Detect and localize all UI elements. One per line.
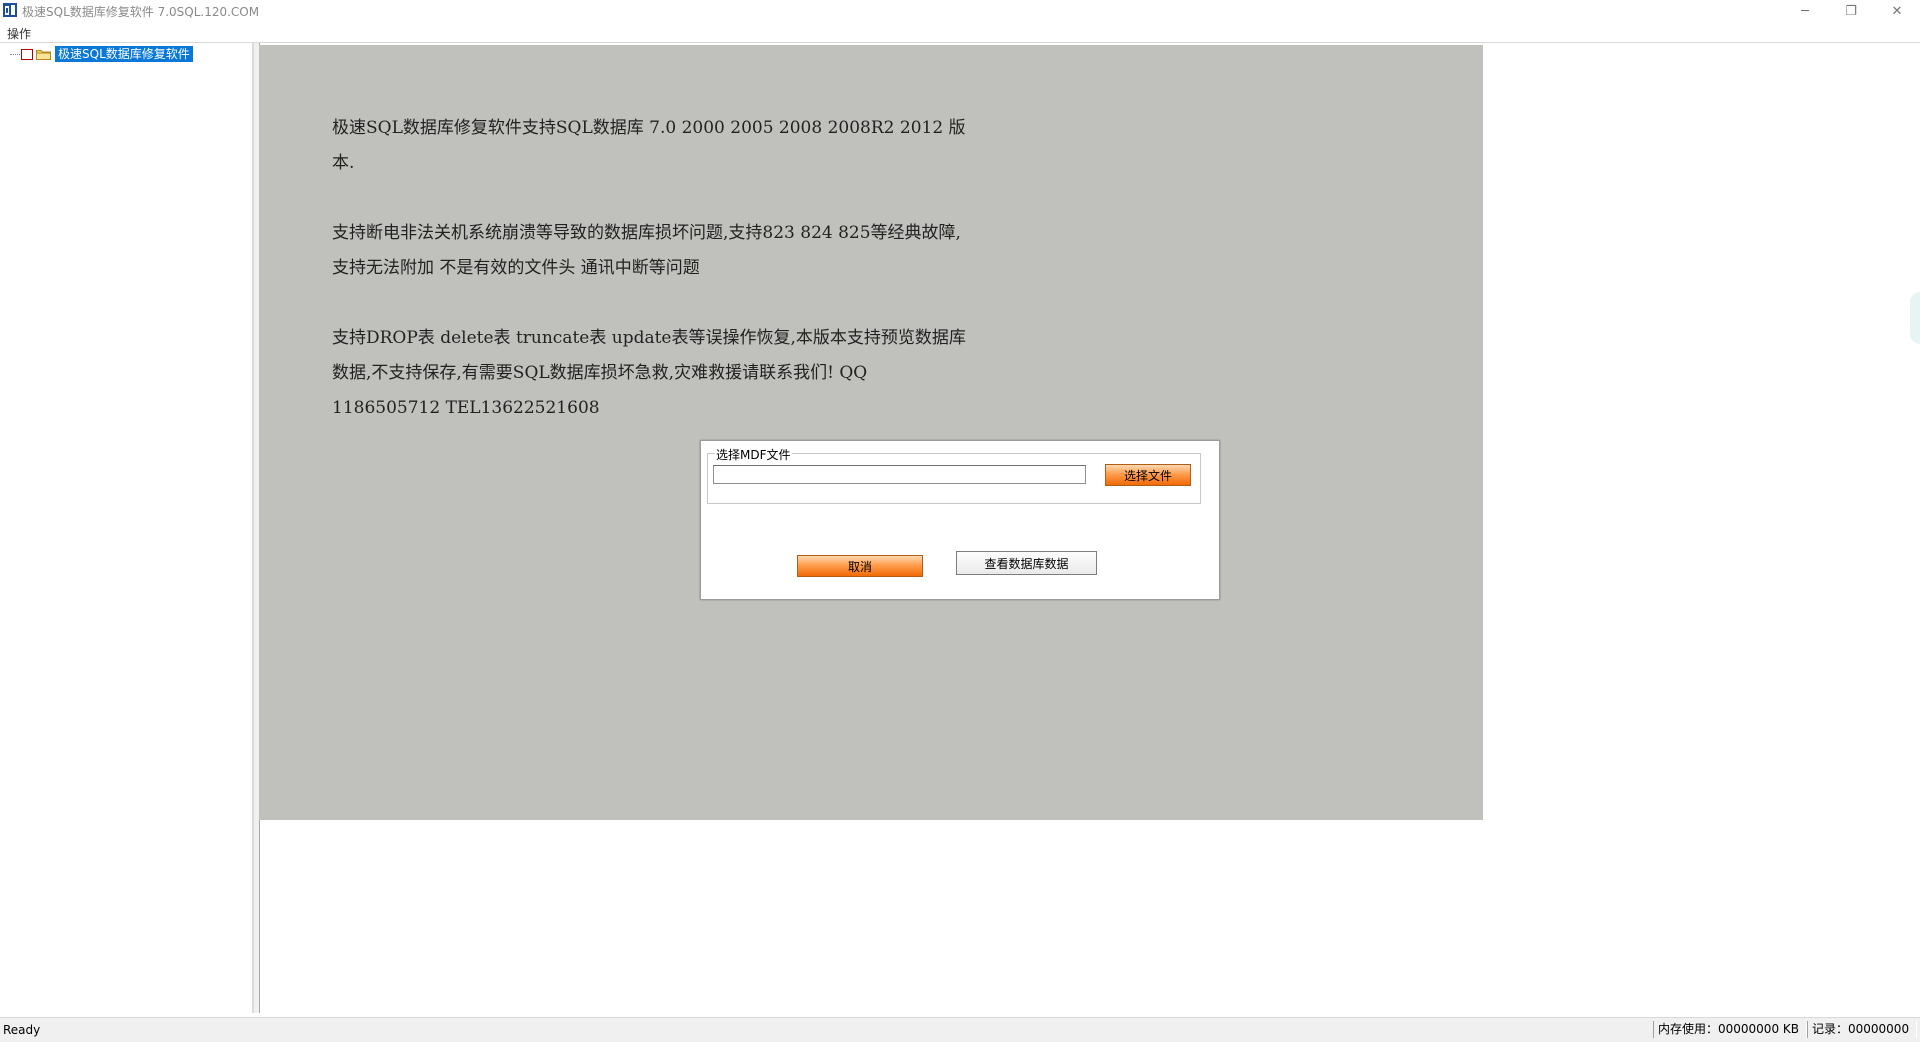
info-text: 极速SQL数据库修复软件支持SQL数据库 7.0 2000 2005 2008 … [332, 111, 972, 461]
choose-file-label: 选择文件 [1123, 468, 1172, 483]
close-button[interactable]: ✕ [1874, 0, 1920, 22]
mdf-path-input[interactable] [713, 465, 1086, 484]
status-records: 记录：00000000 [1807, 1021, 1917, 1038]
restore-button[interactable]: ❐ [1828, 0, 1874, 22]
status-bar: Ready 内存使用：00000000 KB 记录：00000000 [0, 1017, 1920, 1042]
choose-file-button[interactable]: 选择文件 [1105, 464, 1191, 486]
app-icon [3, 3, 17, 17]
folder-icon [36, 50, 51, 60]
menu-bar: 操作 [0, 22, 1920, 42]
tree-pane: 极速SQL数据库修复软件 [0, 43, 253, 1013]
minimize-icon: ─ [1801, 3, 1809, 19]
mdf-group-label: 选择MDF文件 [715, 446, 792, 463]
menu-divider [0, 42, 1920, 43]
info-paragraph-faults: 支持断电非法关机系统崩溃等导致的数据库损坏问题,支持823 824 825等经典… [332, 223, 961, 278]
restore-icon: ❐ [1845, 3, 1857, 19]
tree-checkbox[interactable] [21, 49, 33, 60]
menu-item-operations[interactable]: 操作 [7, 25, 31, 42]
info-panel: 极速SQL数据库修复软件支持SQL数据库 7.0 2000 2005 2008 … [259, 45, 1483, 820]
info-paragraph-versions: 极速SQL数据库修复软件支持SQL数据库 7.0 2000 2005 2008 … [332, 118, 966, 173]
info-paragraph-contact: 支持DROP表 delete表 truncate表 update表等误操作恢复,… [332, 328, 966, 418]
view-data-button[interactable]: 查看数据库数据 [956, 551, 1097, 575]
window-title: 极速SQL数据库修复软件 7.0SQL.120.COM [22, 5, 260, 19]
edge-tab[interactable] [1910, 292, 1920, 344]
tree-node-root[interactable]: 极速SQL数据库修复软件 [55, 46, 193, 62]
minimize-button[interactable]: ─ [1782, 0, 1828, 22]
cancel-label: 取消 [847, 559, 872, 574]
status-memory: 内存使用：00000000 KB [1653, 1021, 1807, 1038]
mdf-file-groupbox: 选择MDF文件 选择文件 [707, 446, 1201, 504]
select-mdf-dialog: 选择MDF文件 选择文件 取消 查看数据库数据 [700, 440, 1220, 600]
tree-connector [10, 54, 20, 55]
cancel-button[interactable]: 取消 [797, 555, 923, 577]
view-data-label: 查看数据库数据 [984, 556, 1069, 571]
close-icon: ✕ [1891, 3, 1903, 19]
title-bar: 极速SQL数据库修复软件 7.0SQL.120.COM ─ ❐ ✕ [0, 0, 1920, 22]
status-ready: Ready [3, 1023, 41, 1037]
